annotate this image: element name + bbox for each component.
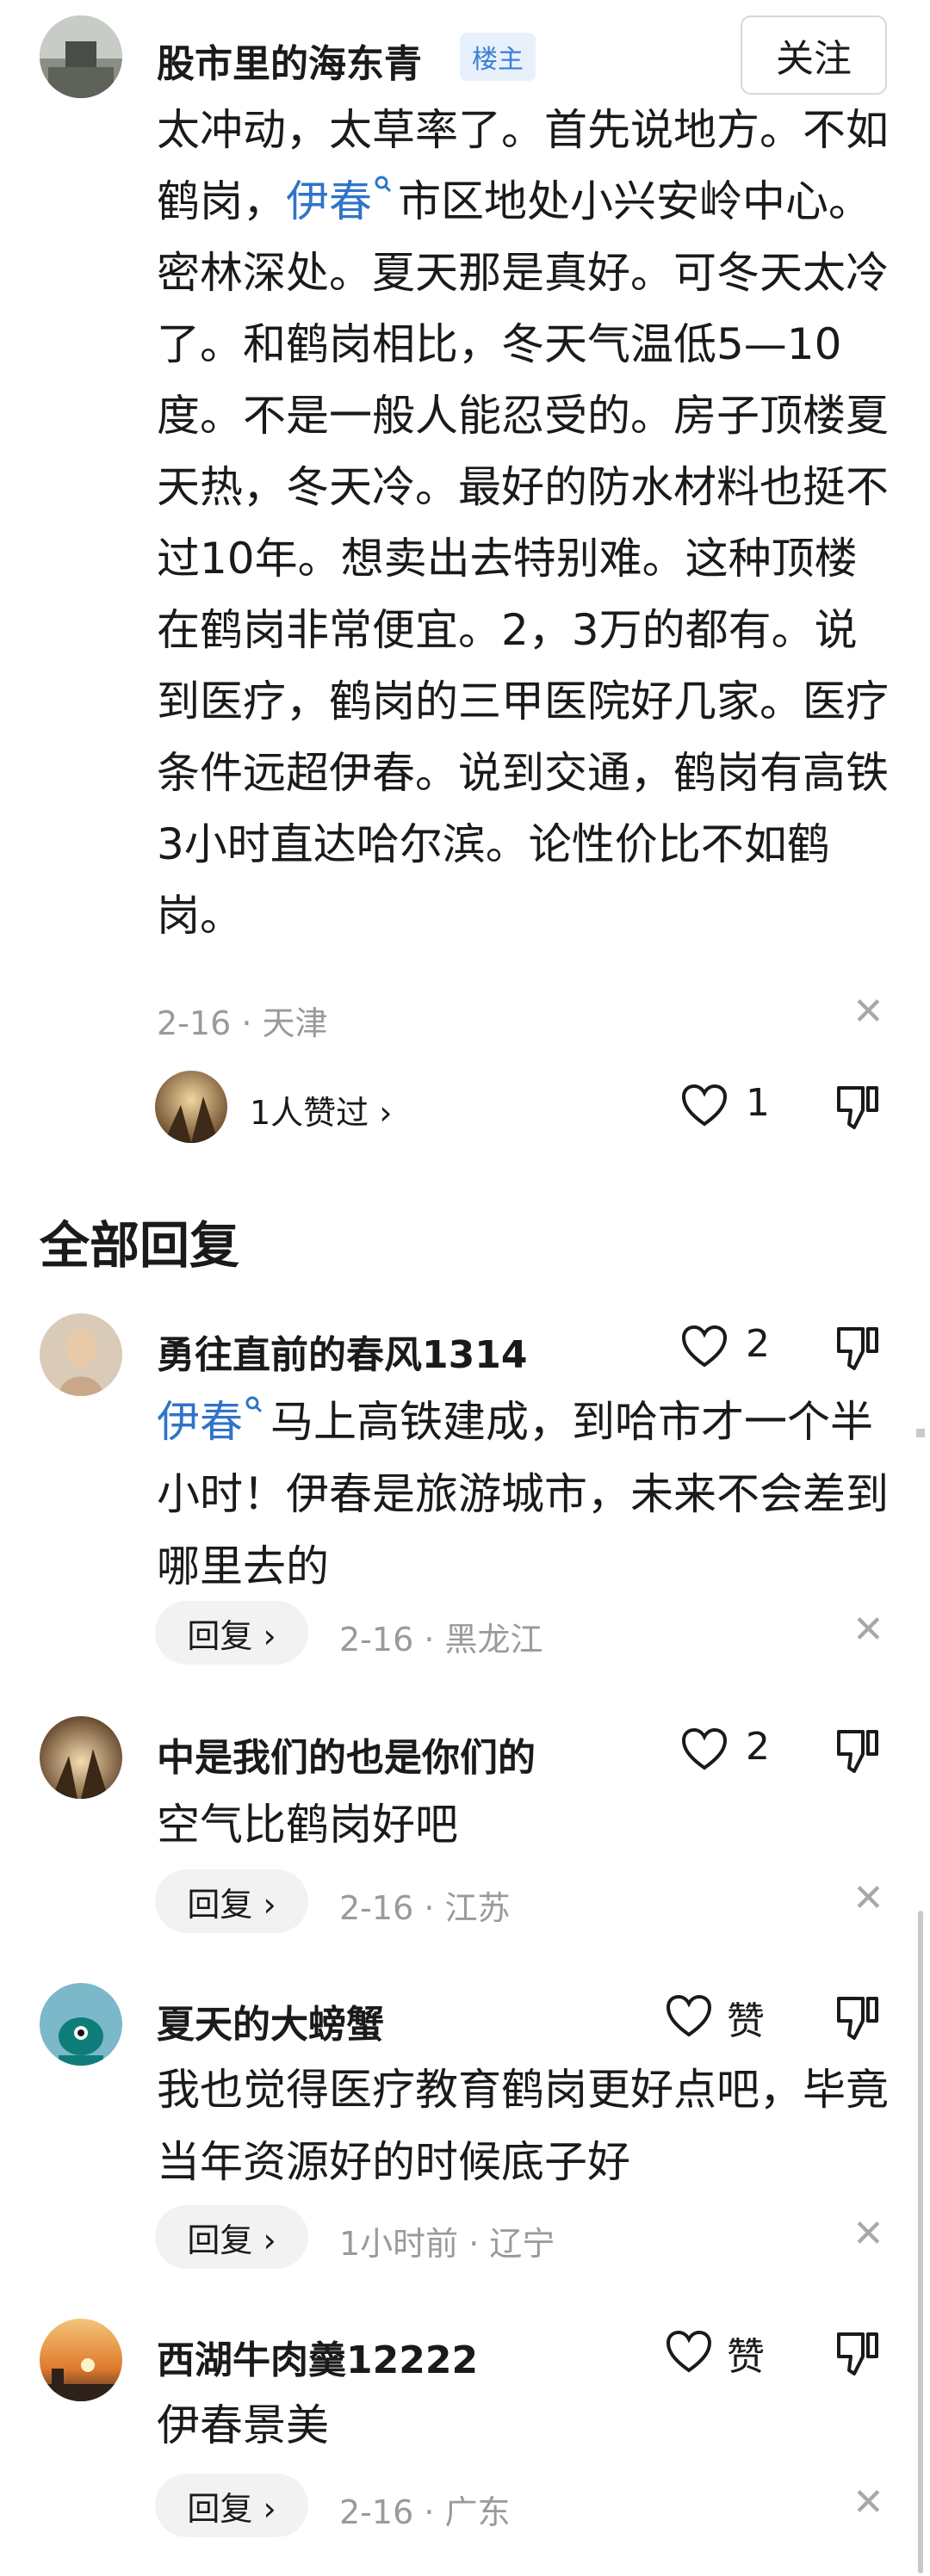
reply-author[interactable]: 夏天的大螃蟹 xyxy=(157,1993,384,2048)
reply-meta: 1小时前 · 辽宁 xyxy=(339,2225,555,2263)
scrollbar[interactable] xyxy=(918,1911,923,2573)
reply-avatar[interactable] xyxy=(40,1716,122,1799)
location-link[interactable]: 伊春 xyxy=(286,176,398,226)
close-icon[interactable]: ✕ xyxy=(852,1608,884,1652)
reply-author[interactable]: 勇往直前的春风1314 xyxy=(157,1324,527,1379)
reply-text: 空气比鹤岗好吧 xyxy=(157,1800,458,1850)
dislike-icon[interactable] xyxy=(835,1727,880,1775)
reply-button[interactable]: 回复 › xyxy=(155,1869,308,1933)
reply-button[interactable]: 回复 › xyxy=(155,2205,308,2269)
location-link-text: 伊春 xyxy=(157,1397,243,1447)
close-icon[interactable]: ✕ xyxy=(852,2212,884,2256)
post-text-after-link: 市区地处小兴安岭中心。密林深处。夏天那是真好。可冬天太冷了。和鹤岗相比，冬天气温… xyxy=(157,176,889,941)
op-badge: 楼主 xyxy=(460,33,536,81)
reply-avatar[interactable] xyxy=(40,2319,122,2401)
reply-author[interactable]: 中是我们的也是你们的 xyxy=(157,1727,536,1782)
reply-button[interactable]: 回复 › xyxy=(155,1601,308,1665)
location-link[interactable]: 伊春 xyxy=(157,1396,270,1447)
reply-avatar[interactable] xyxy=(40,1983,122,2066)
search-icon xyxy=(375,176,392,193)
close-icon[interactable]: ✕ xyxy=(852,1876,884,1920)
heart-icon[interactable] xyxy=(665,1993,713,2038)
search-icon xyxy=(245,1396,263,1413)
dislike-icon[interactable] xyxy=(835,2329,880,2377)
reply-like-count: 2 xyxy=(746,1322,770,1366)
heart-icon[interactable] xyxy=(680,1727,728,1771)
section-title: 全部回复 xyxy=(40,1216,240,1275)
liker-avatar[interactable] xyxy=(155,1071,227,1143)
reply-button[interactable]: 回复 › xyxy=(155,2474,308,2537)
reply-text: 伊春景美 xyxy=(157,2400,329,2450)
location-link-text: 伊春 xyxy=(286,176,372,226)
reply-avatar[interactable] xyxy=(40,1313,122,1396)
close-icon[interactable]: ✕ xyxy=(852,990,884,1034)
author-avatar[interactable] xyxy=(40,15,122,98)
heart-icon[interactable] xyxy=(665,2329,713,2374)
scroll-indicator-dot xyxy=(916,1429,925,1437)
reply-like-label[interactable]: 赞 xyxy=(727,1990,765,2045)
reply-like-label[interactable]: 赞 xyxy=(727,2326,765,2381)
author-name[interactable]: 股市里的海东青 xyxy=(157,33,422,88)
close-icon[interactable]: ✕ xyxy=(852,2480,884,2524)
reply-text: 我也觉得医疗教育鹤岗更好点吧，毕竟当年资源好的时候底子好 xyxy=(157,2065,889,2187)
like-count: 1 xyxy=(746,1081,770,1125)
reply-meta: 2-16 · 江苏 xyxy=(339,1889,511,1927)
dislike-icon[interactable] xyxy=(835,1324,880,1372)
post-meta: 2-16 · 天津 xyxy=(157,1004,328,1042)
dislike-icon[interactable] xyxy=(835,1993,880,2042)
liked-by-link[interactable]: 1人赞过 › xyxy=(250,1086,392,1134)
heart-icon[interactable] xyxy=(680,1324,728,1368)
reply-like-count: 2 xyxy=(746,1725,770,1769)
dislike-icon[interactable] xyxy=(835,1083,880,1131)
reply-author[interactable]: 西湖牛肉羹12222 xyxy=(157,2329,478,2384)
reply-text: 伊春 马上高铁建成，到哈市才一个半小时！伊春是旅游城市，未来不会差到哪里去的 xyxy=(157,1386,897,1603)
post-body: 太冲动，太草率了。首先说地方。不如鹤岗，伊春 市区地处小兴安岭中心。密林深处。夏天… xyxy=(157,95,897,952)
heart-icon[interactable] xyxy=(680,1083,728,1127)
reply-meta: 2-16 · 广东 xyxy=(339,2493,511,2531)
follow-button[interactable]: 关注 xyxy=(741,15,887,95)
reply-meta: 2-16 · 黑龙江 xyxy=(339,1621,543,1659)
